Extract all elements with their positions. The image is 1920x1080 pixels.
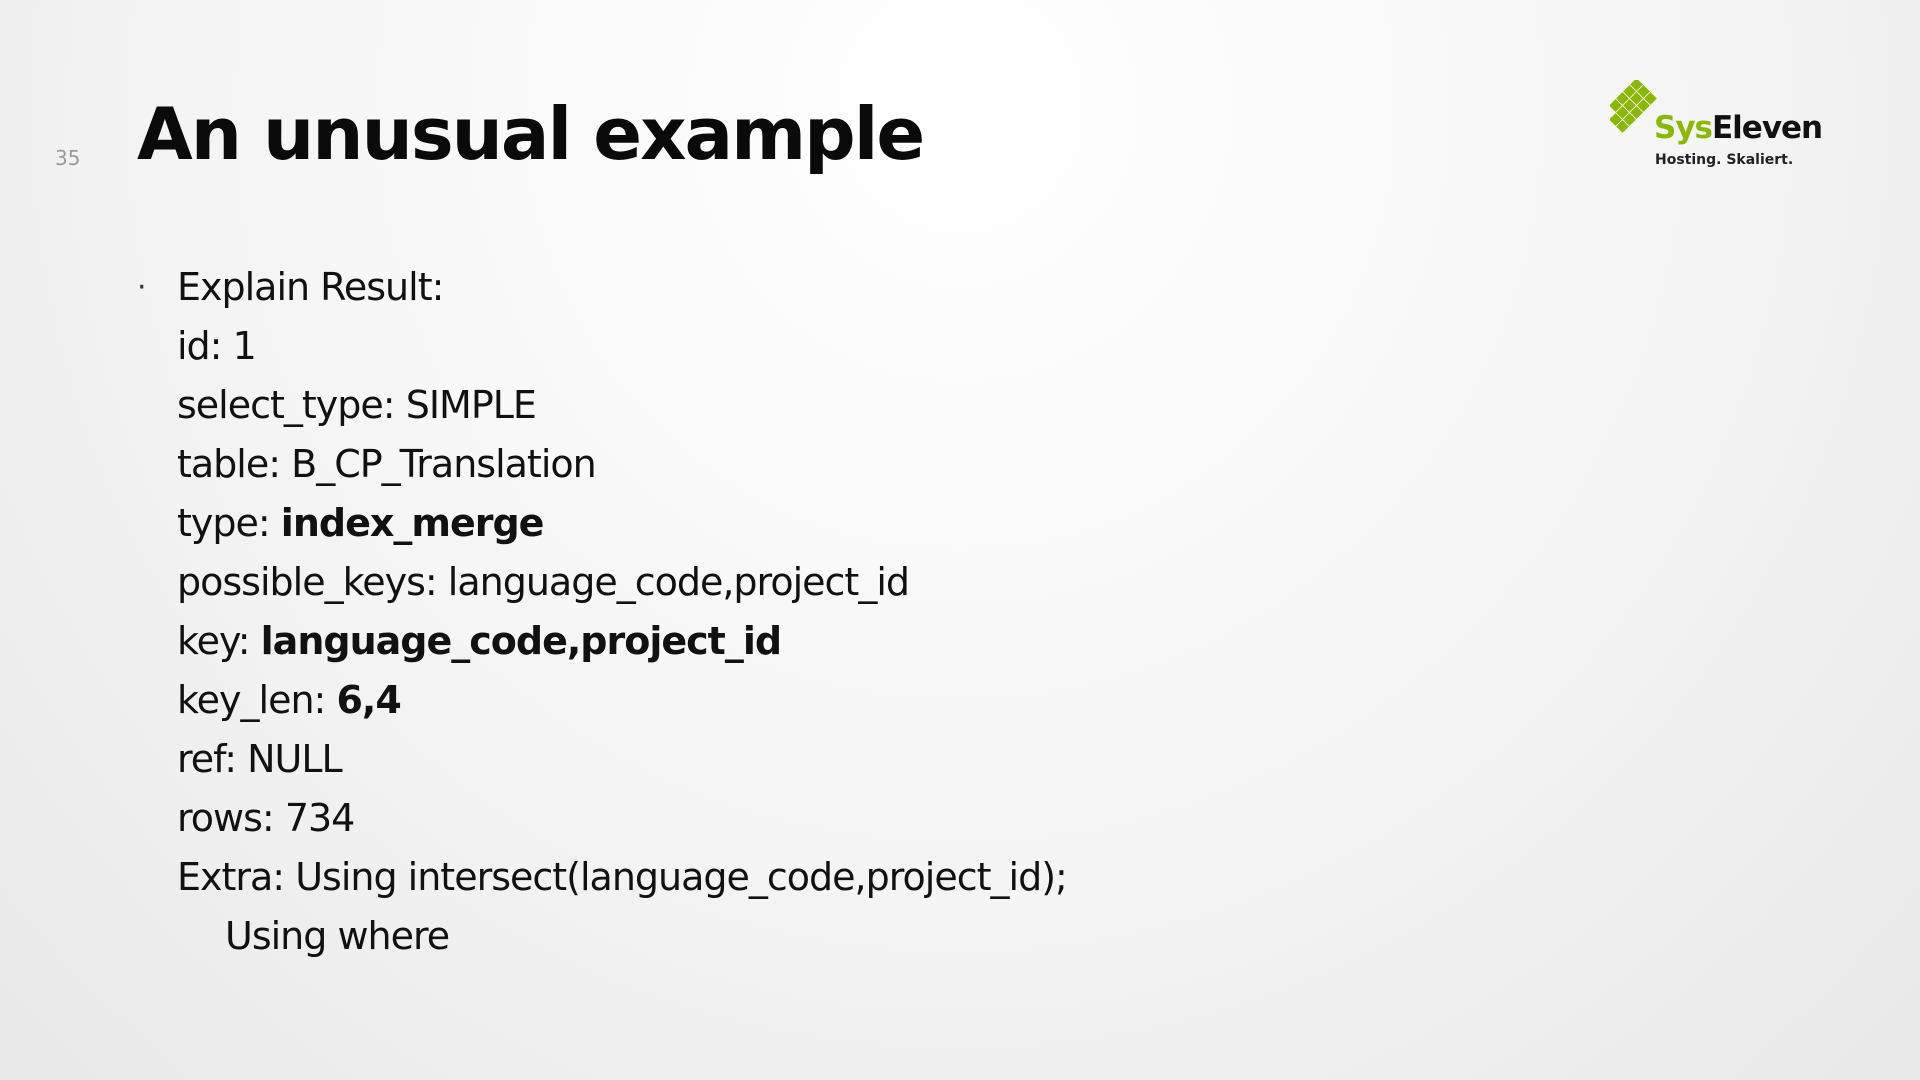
field-value: 1	[232, 324, 257, 368]
field-rows: rows: 734	[177, 789, 1637, 848]
slide-number: 35	[55, 146, 81, 170]
field-value-bold: language_code,project_id	[260, 619, 782, 663]
logo-wordmark: SysEleven	[1654, 110, 1823, 146]
logo-wordmark-sys: Sys	[1654, 110, 1713, 146]
field-value: B_CP_Translation	[291, 442, 597, 486]
field-label: id:	[177, 324, 222, 368]
field-label: possible_keys:	[177, 560, 438, 604]
field-possible-keys: possible_keys: language_code,project_id	[177, 553, 1637, 612]
field-label: rows:	[177, 796, 275, 840]
field-label: select_type:	[177, 383, 396, 427]
logo-tagline: Hosting. Skaliert.	[1655, 152, 1794, 168]
field-label: type:	[177, 501, 271, 545]
field-label: ref:	[177, 737, 237, 781]
bullet-list: · Explain Result: id: 1 select_type: SIM…	[137, 258, 1637, 966]
field-label: Extra:	[177, 855, 285, 899]
logo-wordmark-eleven: Eleven	[1712, 110, 1823, 146]
bullet-dot-icon: ·	[137, 270, 147, 305]
field-value: language_code,project_id	[447, 560, 910, 604]
field-label: table:	[177, 442, 281, 486]
field-value: Using intersect(language_code,project_id…	[295, 855, 1068, 899]
field-extra: Extra: Using intersect(language_code,pro…	[177, 848, 1637, 907]
field-ref: ref: NULL	[177, 730, 1637, 789]
field-value: 734	[284, 796, 356, 840]
field-value: SIMPLE	[405, 383, 537, 427]
field-key-len: key_len: 6,4	[177, 671, 1637, 730]
field-select-type: select_type: SIMPLE	[177, 376, 1637, 435]
explain-result: Explain Result: id: 1 select_type: SIMPL…	[177, 258, 1637, 966]
field-key: key: language_code,project_id	[177, 612, 1637, 671]
slide-title: An unusual example	[137, 92, 925, 176]
field-value-bold: 6,4	[336, 678, 401, 722]
field-id: id: 1	[177, 317, 1637, 376]
field-value: NULL	[247, 737, 343, 781]
field-extra-continuation: Using where	[225, 914, 450, 958]
field-label: key_len:	[177, 678, 326, 722]
explain-heading: Explain Result:	[177, 265, 444, 309]
field-table: table: B_CP_Translation	[177, 435, 1637, 494]
field-value-bold: index_merge	[280, 501, 545, 545]
field-label: key:	[177, 619, 251, 663]
sys-eleven-logo: SysEleven Hosting. Skaliert.	[1610, 80, 1823, 175]
field-type: type: index_merge	[177, 494, 1637, 553]
